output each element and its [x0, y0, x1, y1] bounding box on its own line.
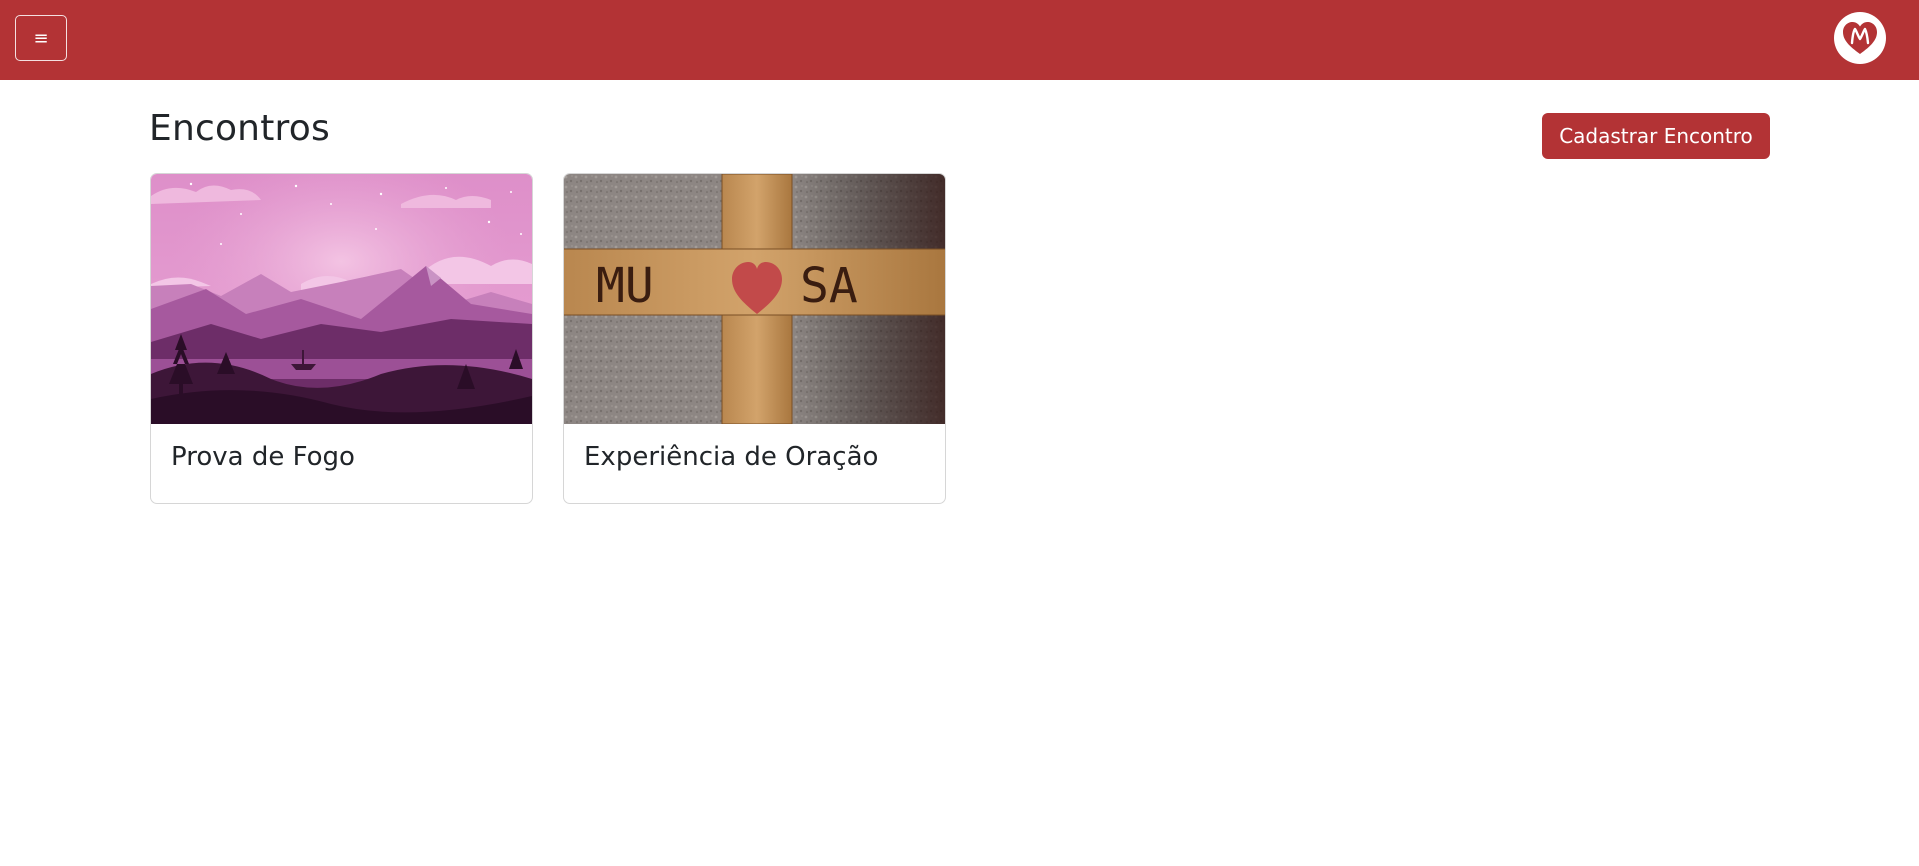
- encontro-card[interactable]: Prova de Fogo: [150, 173, 533, 504]
- heart-logo-icon: [1843, 22, 1877, 54]
- card-title: Experiência de Oração: [584, 442, 879, 472]
- card-image-cross: MU SA: [564, 174, 945, 424]
- app-logo[interactable]: [1834, 12, 1886, 64]
- page-title: Encontros: [149, 108, 330, 149]
- top-navbar: ≡: [0, 0, 1919, 80]
- svg-text:MU: MU: [596, 258, 654, 314]
- card-title: Prova de Fogo: [171, 442, 355, 472]
- create-encontro-button[interactable]: Cadastrar Encontro: [1542, 113, 1770, 159]
- encontro-card[interactable]: MU SA Experiência de Oração: [563, 173, 946, 504]
- hamburger-icon: ≡: [33, 27, 49, 49]
- svg-text:SA: SA: [800, 258, 858, 314]
- card-image-mountains: [151, 174, 532, 424]
- menu-toggle-button[interactable]: ≡: [15, 15, 67, 61]
